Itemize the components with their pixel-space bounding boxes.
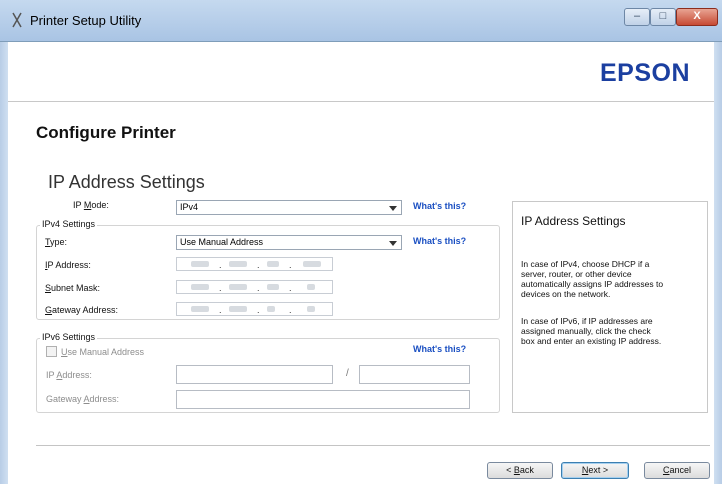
prefix-separator: / (346, 368, 349, 379)
subnet-dot-3: . (289, 283, 292, 293)
ipv4-group-title: IPv4 Settings (40, 219, 98, 229)
subnet-octet-3 (267, 284, 279, 290)
ipv6-group-title: IPv6 Settings (40, 332, 98, 342)
subnet-dot-1: . (219, 283, 222, 293)
ipv6-help-link[interactable]: What's this? (413, 344, 466, 354)
gateway-octet-4 (307, 306, 315, 312)
ip-address-input[interactable]: . . . (176, 257, 333, 271)
info-paragraph-ipv6: In case of IPv6, if IP addresses are ass… (521, 316, 662, 346)
cancel-button[interactable]: Cancel (644, 462, 710, 479)
ip-octet-2 (229, 261, 247, 267)
ip-address-label: IP Address: (45, 260, 91, 270)
next-button[interactable]: Next > (561, 462, 629, 479)
info-panel-title: IP Address Settings (521, 214, 626, 228)
chevron-down-icon (389, 241, 397, 246)
maximize-button[interactable]: □ (650, 8, 676, 26)
type-select[interactable]: Use Manual Address (176, 235, 402, 250)
printer-utility-icon (12, 12, 22, 28)
epson-logo: EPSON (600, 59, 691, 87)
ip-mode-select[interactable]: IPv4 (176, 200, 402, 215)
ipv6-address-input[interactable] (176, 365, 333, 384)
type-value: Use Manual Address (180, 237, 264, 247)
title-bar: Printer Setup Utility – □ X (0, 0, 722, 42)
subnet-octet-4 (307, 284, 315, 290)
gateway-octet-2 (229, 306, 247, 312)
back-button[interactable]: < Back (487, 462, 553, 479)
gateway-dot-1: . (219, 305, 222, 315)
ip-dot-1: . (219, 260, 222, 270)
gateway-dot-3: . (289, 305, 292, 315)
subnet-mask-label: Subnet Mask: (45, 283, 101, 293)
type-label: Type: (45, 237, 68, 247)
subnet-octet-1 (191, 284, 209, 290)
maximize-icon: □ (659, 10, 667, 22)
gateway-octet-3 (267, 306, 275, 312)
type-help-link[interactable]: What's this? (413, 236, 466, 246)
ip-mode-help-link[interactable]: What's this? (413, 201, 466, 211)
ipv6-gateway-label: Gateway Address: (46, 394, 120, 404)
gateway-dot-2: . (257, 305, 260, 315)
close-button[interactable]: X (676, 8, 718, 26)
ip-dot-2: . (257, 260, 260, 270)
subnet-dot-2: . (257, 283, 260, 293)
footer-divider (36, 445, 710, 446)
chevron-down-icon (389, 206, 397, 211)
window-frame-left (0, 42, 8, 484)
ip-dot-3: . (289, 260, 292, 270)
use-manual-address-checkbox[interactable] (46, 346, 57, 357)
ipv6-address-label: IP Address: (46, 370, 92, 380)
minimize-icon: – (633, 10, 641, 22)
ip-octet-1 (191, 261, 209, 267)
ipv6-prefix-input[interactable] (359, 365, 470, 384)
window-title: Printer Setup Utility (30, 13, 142, 28)
page-title: Configure Printer (36, 123, 176, 142)
help-info-panel (512, 201, 708, 413)
info-paragraph-ipv4: In case of IPv4, choose DHCP if a server… (521, 259, 664, 299)
use-manual-address-label: Use Manual Address (61, 347, 145, 357)
section-title: IP Address Settings (48, 172, 205, 192)
gateway-address-input[interactable]: . . . (176, 302, 333, 316)
gateway-octet-1 (191, 306, 209, 312)
ip-mode-label: IP Mode: (73, 200, 109, 210)
subnet-mask-input[interactable]: . . . (176, 280, 333, 294)
subnet-octet-2 (229, 284, 247, 290)
gateway-address-label: Gateway Address: (45, 305, 119, 315)
ip-octet-4 (303, 261, 321, 267)
ipv6-gateway-input[interactable] (176, 390, 470, 409)
close-icon: X (693, 10, 701, 22)
window-frame-right (714, 42, 722, 484)
ip-octet-3 (267, 261, 279, 267)
minimize-button[interactable]: – (624, 8, 650, 26)
ip-mode-value: IPv4 (180, 202, 199, 212)
